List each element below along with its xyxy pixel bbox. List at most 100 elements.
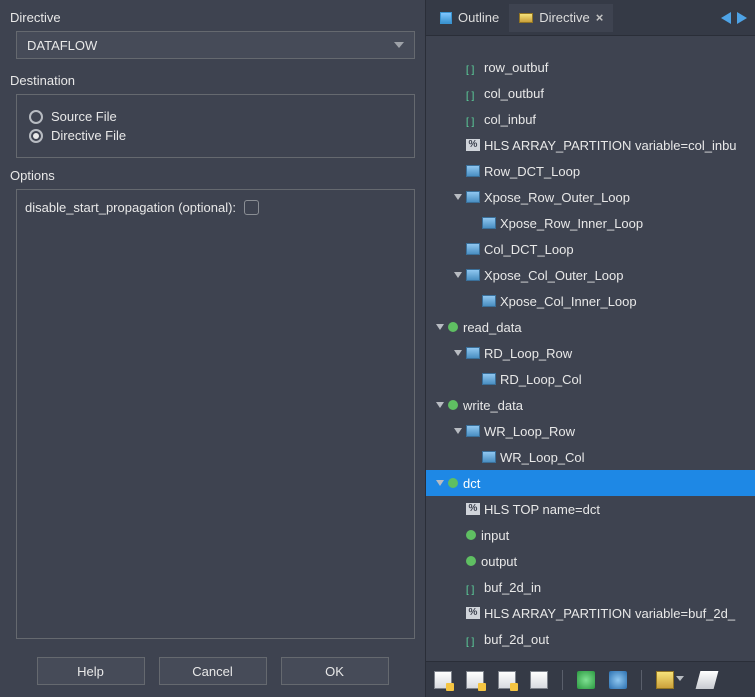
bottom-toolbar	[426, 661, 755, 697]
tree-item-label: col_outbuf	[484, 86, 544, 101]
expand-icon[interactable]	[452, 191, 464, 203]
tree-row[interactable]: Xpose_Col_Outer_Loop	[426, 262, 755, 288]
tab-label: Directive	[539, 10, 590, 25]
tree-row[interactable]: row_outbuf	[426, 54, 755, 80]
tree-item-label: RD_Loop_Col	[500, 372, 582, 387]
chevron-down-icon	[676, 676, 684, 684]
tree-row[interactable]: HLS ARRAY_PARTITION variable=col_inbu	[426, 132, 755, 158]
bracket-icon	[466, 633, 480, 645]
percent-icon	[466, 139, 480, 151]
tab-outline[interactable]: Outline	[430, 4, 509, 32]
expand-icon[interactable]	[452, 269, 464, 281]
tree-row[interactable]: RD_Loop_Row	[426, 340, 755, 366]
tree-row[interactable]: WR_Loop_Col	[426, 444, 755, 470]
expand-icon[interactable]	[452, 425, 464, 437]
tree-item-label: Col_DCT_Loop	[484, 242, 574, 257]
tree-item-label: input	[481, 528, 509, 543]
loop-icon	[482, 217, 496, 229]
destination-group: Source File Directive File	[16, 94, 415, 158]
tree-item-label: buf_2d_in	[484, 580, 541, 595]
chevron-down-icon	[394, 42, 404, 48]
tree-row[interactable]: write_data	[426, 392, 755, 418]
tree-row[interactable]: Xpose_Row_Outer_Loop	[426, 184, 755, 210]
tree-row[interactable]: read_data	[426, 314, 755, 340]
tree-row[interactable]: HLS TOP name=dct	[426, 496, 755, 522]
tree-item-label: row_outbuf	[484, 60, 548, 75]
tree-item-label: output	[481, 554, 517, 569]
doc-icon[interactable]	[530, 671, 548, 689]
cancel-button[interactable]: Cancel	[159, 657, 267, 685]
new-doc-icon-2[interactable]	[466, 671, 484, 689]
radio-directive-file[interactable]: Directive File	[29, 128, 402, 143]
loop-icon	[482, 373, 496, 385]
tree-item-label: dct	[463, 476, 480, 491]
options-label: Options	[10, 168, 415, 183]
tree-item-label: HLS ARRAY_PARTITION variable=col_inbu	[484, 138, 737, 153]
blue-action-icon[interactable]	[609, 671, 627, 689]
tree-row[interactable]: Xpose_Row_Inner_Loop	[426, 210, 755, 236]
loop-icon	[482, 451, 496, 463]
bracket-icon	[466, 61, 480, 73]
tree-item-label: Xpose_Col_Inner_Loop	[500, 294, 637, 309]
tree-row[interactable]: Xpose_Col_Inner_Loop	[426, 288, 755, 314]
separator	[641, 670, 642, 690]
bracket-icon	[466, 87, 480, 99]
tree-row[interactable]: buf_2d_out	[426, 626, 755, 652]
destination-label: Destination	[10, 73, 415, 88]
help-button[interactable]: Help	[37, 657, 145, 685]
yellow-dropdown[interactable]	[656, 671, 684, 689]
tree-row[interactable]: RD_Loop_Col	[426, 366, 755, 392]
tree-row[interactable]: buf_2d_in	[426, 574, 755, 600]
radio-icon	[29, 129, 43, 143]
tree-row[interactable]: dct	[426, 470, 755, 496]
percent-icon	[466, 503, 480, 515]
green-action-icon[interactable]	[577, 671, 595, 689]
expand-icon[interactable]	[434, 477, 446, 489]
expand-icon[interactable]	[434, 321, 446, 333]
loop-icon	[466, 269, 480, 281]
tree-row[interactable]: Col_DCT_Loop	[426, 236, 755, 262]
directive-combo[interactable]: DATAFLOW	[16, 31, 415, 59]
new-doc-icon-3[interactable]	[498, 671, 516, 689]
tree-item-label: WR_Loop_Row	[484, 424, 575, 439]
directive-icon	[519, 13, 533, 23]
func-icon	[448, 322, 458, 332]
radio-icon	[29, 110, 43, 124]
tree-row[interactable]: WR_Loop_Row	[426, 418, 755, 444]
nav-back-icon[interactable]	[721, 12, 731, 24]
radio-label: Source File	[51, 109, 117, 124]
radio-label: Directive File	[51, 128, 126, 143]
tree-item-label: col_inbuf	[484, 112, 536, 127]
loop-icon	[466, 243, 480, 255]
tree-row[interactable]: HLS ARRAY_PARTITION variable=buf_2d_	[426, 600, 755, 626]
expand-icon[interactable]	[452, 347, 464, 359]
func-icon	[466, 556, 476, 566]
tree-item-label: write_data	[463, 398, 523, 413]
new-doc-icon[interactable]	[434, 671, 452, 689]
options-group: disable_start_propagation (optional):	[16, 189, 415, 639]
func-icon	[448, 400, 458, 410]
directive-tree[interactable]: row_outbuf col_outbuf col_inbuf HLS ARRAY_P…	[426, 36, 755, 661]
nav-forward-icon[interactable]	[737, 12, 747, 24]
loop-icon	[466, 191, 480, 203]
radio-source-file[interactable]: Source File	[29, 109, 402, 124]
tree-row[interactable]: col_outbuf	[426, 80, 755, 106]
expand-icon[interactable]	[434, 399, 446, 411]
tree-row[interactable]: input	[426, 522, 755, 548]
tree-row[interactable]: col_inbuf	[426, 106, 755, 132]
eraser-icon[interactable]	[696, 671, 719, 689]
tab-directive[interactable]: Directive ×	[509, 4, 613, 32]
disable-start-propagation-checkbox[interactable]	[244, 200, 259, 215]
separator	[562, 670, 563, 690]
tree-item-label: RD_Loop_Row	[484, 346, 572, 361]
func-icon	[448, 478, 458, 488]
loop-icon	[466, 165, 480, 177]
tree-row[interactable]: output	[426, 548, 755, 574]
tree-item-label: read_data	[463, 320, 522, 335]
directive-value: DATAFLOW	[27, 38, 97, 53]
tree-row[interactable]: Row_DCT_Loop	[426, 158, 755, 184]
ok-button[interactable]: OK	[281, 657, 389, 685]
tree-item-label: Xpose_Row_Outer_Loop	[484, 190, 630, 205]
close-icon[interactable]: ×	[596, 10, 604, 25]
folder-icon	[656, 671, 674, 689]
